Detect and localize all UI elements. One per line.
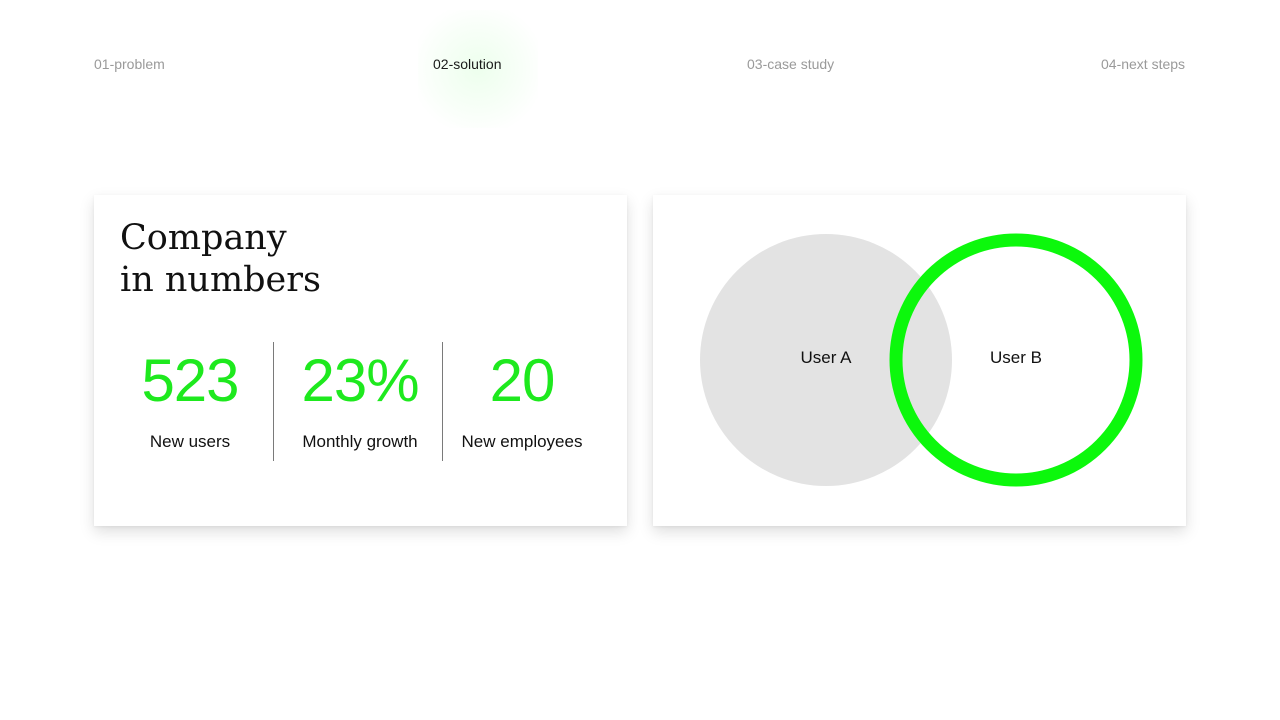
stat-value: 523 (141, 347, 239, 414)
stat-label: New users (149, 432, 231, 451)
stat-divider (442, 342, 443, 461)
stat-new-users: 523 New users (120, 350, 260, 452)
stat-value: 23% (301, 347, 419, 414)
section-nav: 01-problem 02-solution 03-case study 04-… (0, 56, 1280, 76)
stat-label: New employees (461, 432, 583, 451)
stat-monthly-growth: 23% Monthly growth (290, 350, 430, 452)
nav-item-problem[interactable]: 01-problem (94, 56, 165, 72)
stat-new-employees: 20 New employees (450, 350, 594, 452)
nav-item-solution[interactable]: 02-solution (433, 56, 502, 72)
nav-item-next-steps[interactable]: 04-next steps (1101, 56, 1185, 72)
stat-divider (273, 342, 274, 461)
stat-label: Monthly growth (302, 432, 418, 451)
card-title-line-2: in numbers (120, 260, 321, 300)
venn-label-user-b: User B (990, 348, 1042, 367)
venn-diagram-card: User A User B (653, 195, 1186, 526)
company-numbers-card: Company in numbers 523 New users 23% Mon… (94, 195, 627, 526)
stat-value: 20 (489, 347, 556, 414)
venn-diagram: User A User B (700, 233, 1143, 487)
venn-label-user-a: User A (800, 348, 852, 367)
card-title: Company in numbers (120, 217, 321, 301)
card-title-line-1: Company (120, 218, 287, 258)
nav-item-case-study[interactable]: 03-case study (747, 56, 834, 72)
slide: 01-problem 02-solution 03-case study 04-… (0, 0, 1280, 720)
